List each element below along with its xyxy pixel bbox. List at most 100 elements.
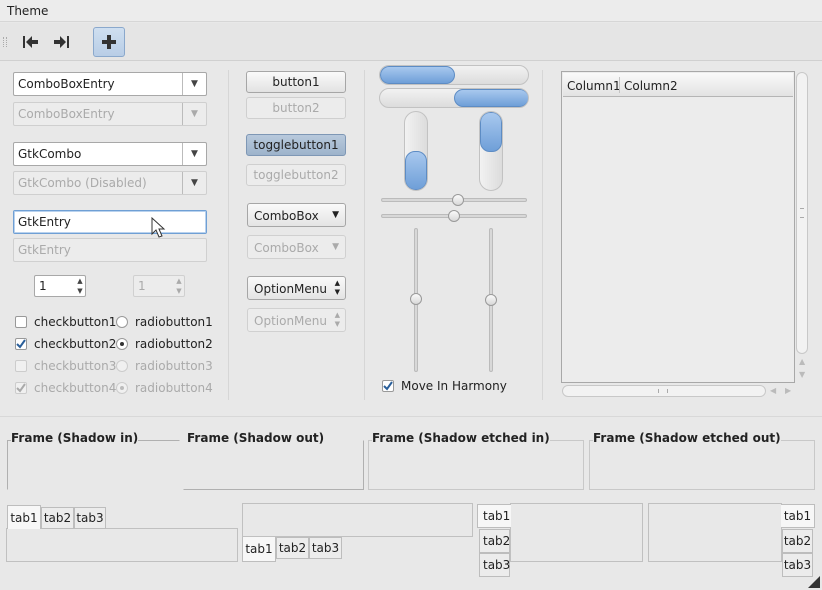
notebook-top-tab3[interactable]: tab3 — [74, 507, 106, 529]
chevron-down-icon: ▼ — [332, 210, 339, 220]
treeview-vscrollbar[interactable] — [796, 72, 808, 354]
checkbutton3-label: checkbutton3 — [34, 359, 117, 373]
notebook-top-tab2[interactable]: tab2 — [41, 507, 74, 529]
column2-header[interactable]: Column2 — [624, 79, 678, 93]
spinbutton-2-disabled: 1 ▲ ▼ — [133, 275, 185, 297]
notebook-left-page — [510, 503, 643, 562]
frame-shadow-etched-out-title: Frame (Shadow etched out) — [593, 431, 781, 445]
notebook-left-tab3[interactable]: tab3 — [479, 553, 510, 577]
treeview[interactable]: Column1 Column2 — [561, 71, 795, 383]
scroll-grip-icon — [658, 389, 668, 393]
goto-first-button[interactable] — [16, 28, 44, 56]
button2-disabled: button2 — [246, 97, 346, 119]
comboboxentry-1[interactable]: ComboBoxEntry ▼ — [13, 72, 207, 96]
optionmenu-1-text: OptionMenu — [254, 282, 327, 296]
spinbutton-1-value: 1 — [39, 279, 47, 293]
spinbutton-1[interactable]: 1 ▲ ▼ — [34, 275, 86, 297]
checkmark-icon — [383, 381, 393, 391]
window-titlebar: Theme — [0, 0, 822, 22]
checkmark-icon — [16, 339, 26, 349]
radiobutton1-label[interactable]: radiobutton1 — [135, 315, 213, 329]
notebook-top-page — [6, 528, 238, 562]
goto-last-button[interactable] — [48, 28, 76, 56]
resize-grip-icon[interactable] — [808, 576, 820, 588]
toolbar — [0, 23, 822, 61]
chevron-down-icon[interactable]: ▼ — [182, 143, 206, 165]
spin-arrows-icon: ▲ ▼ — [176, 277, 182, 295]
add-icon — [102, 35, 116, 49]
notebook-right-tab3[interactable]: tab3 — [782, 553, 813, 577]
move-in-harmony-checkbox[interactable] — [382, 380, 394, 392]
frame-shadow-out-title: Frame (Shadow out) — [187, 431, 325, 445]
notebook-right-tab2[interactable]: tab2 — [782, 529, 813, 553]
gtkcombo-2-text: GtkCombo (Disabled) — [18, 176, 147, 190]
move-in-harmony-label[interactable]: Move In Harmony — [401, 379, 507, 393]
comboboxentry-2-text: ComboBoxEntry — [18, 107, 115, 121]
scroll-right-icon[interactable]: ▶ — [785, 386, 791, 395]
optionmenu-2-text: OptionMenu — [254, 314, 327, 328]
gtkentry-1-text: GtkEntry — [18, 215, 71, 229]
vscale-1-knob[interactable] — [410, 293, 422, 305]
gtkentry-1[interactable]: GtkEntry — [13, 210, 207, 234]
radiobutton2-circle[interactable] — [116, 338, 128, 350]
checkbutton2-box[interactable] — [15, 338, 27, 350]
frame-shadow-out — [183, 440, 364, 490]
notebook-bottom-tab3[interactable]: tab3 — [309, 537, 342, 559]
goto-last-icon — [54, 36, 69, 48]
notebook-right-tab1[interactable]: tab1 — [781, 504, 815, 528]
progressbar-vertical-2 — [479, 111, 503, 191]
checkbutton2-label[interactable]: checkbutton2 — [34, 337, 116, 351]
radio-dot-icon — [120, 386, 124, 390]
add-button[interactable] — [93, 27, 125, 57]
notebook-bottom-tab1[interactable]: tab1 — [242, 537, 276, 562]
progressbar-horizontal-2 — [379, 88, 529, 108]
radiobutton4-label: radiobutton4 — [135, 381, 213, 395]
notebook-right-page — [648, 503, 782, 562]
progress-fill — [454, 89, 528, 107]
spin-arrows-icon[interactable]: ▲ ▼ — [75, 276, 85, 296]
chevron-down-icon: ▼ — [182, 172, 206, 194]
notebook-left-tab1[interactable]: tab1 — [477, 504, 511, 528]
scroll-down-icon[interactable]: ▼ — [799, 370, 805, 379]
gtkentry-2-text: GtkEntry — [18, 243, 71, 257]
chevron-down-icon: ▼ — [332, 242, 339, 252]
notebook-top-tab1[interactable]: tab1 — [7, 505, 41, 529]
radiobutton4-circle — [116, 382, 128, 394]
gtkcombo-1[interactable]: GtkCombo ▼ — [13, 142, 207, 166]
optionmenu-1[interactable]: OptionMenu ▲ ▼ — [247, 276, 346, 300]
frame-shadow-in-title: Frame (Shadow in) — [11, 431, 139, 445]
hscale-2-knob[interactable] — [448, 210, 460, 222]
notebook-left-tab2[interactable]: tab2 — [479, 529, 510, 553]
updown-arrows-icon: ▲ ▼ — [334, 311, 340, 328]
column-divider — [619, 77, 620, 93]
combobox-1[interactable]: ComboBox ▼ — [247, 203, 346, 227]
radiobutton1-circle[interactable] — [116, 316, 128, 328]
combobox-2-text: ComboBox — [254, 241, 319, 255]
window-title: Theme — [7, 4, 49, 18]
comboboxentry-2-disabled: ComboBoxEntry ▼ — [13, 102, 207, 126]
notebook-bottom-tab2[interactable]: tab2 — [276, 537, 309, 559]
chevron-down-icon[interactable]: ▼ — [182, 73, 206, 95]
radiobutton2-label[interactable]: radiobutton2 — [135, 337, 213, 351]
checkbutton1-box[interactable] — [15, 316, 27, 328]
checkbutton4-box — [15, 382, 27, 394]
scroll-up-icon[interactable]: ▲ — [799, 357, 805, 366]
togglebutton1[interactable]: togglebutton1 — [246, 134, 346, 156]
toolbar-grip[interactable] — [3, 37, 7, 47]
checkbutton1-label[interactable]: checkbutton1 — [34, 315, 116, 329]
button1[interactable]: button1 — [246, 71, 346, 93]
vscale-2-knob[interactable] — [485, 294, 497, 306]
hscale-1-knob[interactable] — [452, 194, 464, 206]
togglebutton2-disabled: togglebutton2 — [246, 164, 346, 186]
treeview-hscrollbar[interactable] — [562, 385, 766, 397]
progress-fill — [380, 66, 455, 84]
scroll-left-icon[interactable]: ◀ — [770, 386, 776, 395]
gtkcombo-2-disabled: GtkCombo (Disabled) ▼ — [13, 171, 207, 195]
column1-header[interactable]: Column1 — [567, 79, 621, 93]
goto-first-icon — [23, 36, 38, 48]
separator — [542, 70, 543, 400]
frame-shadow-in — [7, 440, 180, 490]
gtkentry-2-disabled: GtkEntry — [13, 238, 207, 262]
separator — [0, 416, 822, 417]
frame-shadow-etched-in — [368, 440, 584, 490]
